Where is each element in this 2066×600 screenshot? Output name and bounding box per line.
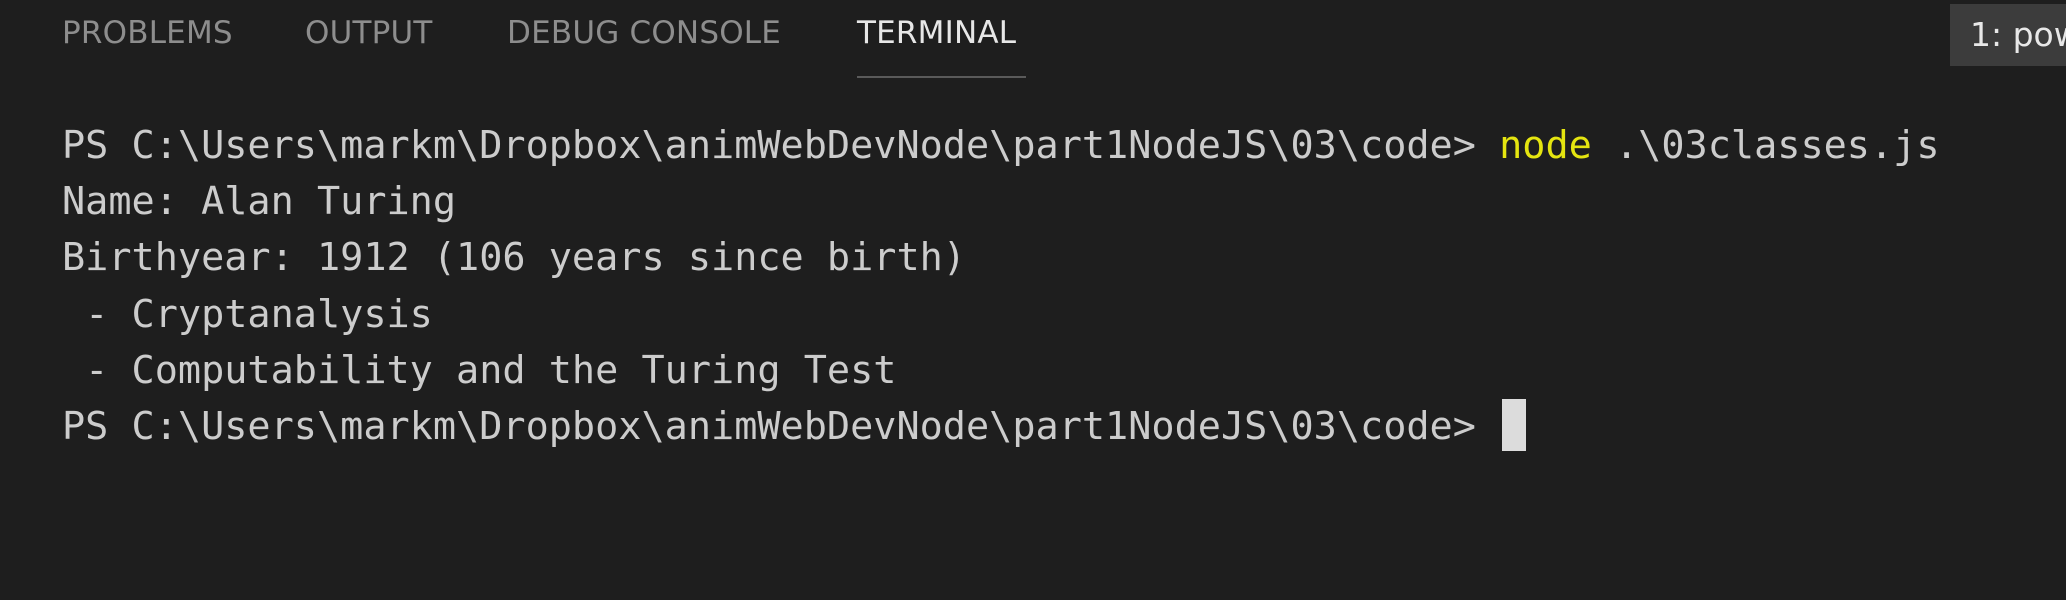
terminal-line-prompt: PS C:\Users\markm\Dropbox\animWebDevNode… — [62, 399, 2066, 455]
terminal-command-args: .\03classes.js — [1591, 123, 1940, 168]
tab-debug-console[interactable]: DEBUG CONSOLE — [507, 14, 781, 52]
terminal-select-dropdown[interactable]: 1: powershell — [1950, 4, 2066, 66]
terminal-prompt: PS C:\Users\markm\Dropbox\animWebDevNode… — [62, 403, 1500, 449]
terminal-output-line: - Computability and the Turing Test — [62, 347, 897, 393]
terminal-line-command: PS C:\Users\markm\Dropbox\animWebDevNode… — [62, 118, 2066, 174]
terminal-output-line: - Cryptanalysis — [62, 291, 433, 337]
terminal-panel: PROBLEMS OUTPUT DEBUG CONSOLE TERMINAL 1… — [0, 0, 2066, 600]
tab-terminal[interactable]: TERMINAL — [857, 14, 1016, 52]
terminal-prompt: PS C:\Users\markm\Dropbox\animWebDevNode… — [62, 123, 1500, 168]
terminal-output[interactable]: PS C:\Users\markm\Dropbox\animWebDevNode… — [62, 118, 2066, 455]
panel-tab-bar: PROBLEMS OUTPUT DEBUG CONSOLE TERMINAL 1… — [0, 0, 2066, 80]
active-tab-indicator — [857, 76, 1026, 78]
terminal-command: node — [1499, 123, 1592, 168]
terminal-output-line: Birthyear: 1912 (106 years since birth) — [62, 235, 966, 281]
tab-output[interactable]: OUTPUT — [305, 14, 433, 52]
terminal-output-line: Name: Alan Turing — [62, 179, 457, 225]
tab-problems[interactable]: PROBLEMS — [62, 14, 233, 52]
terminal-cursor — [1502, 399, 1527, 452]
